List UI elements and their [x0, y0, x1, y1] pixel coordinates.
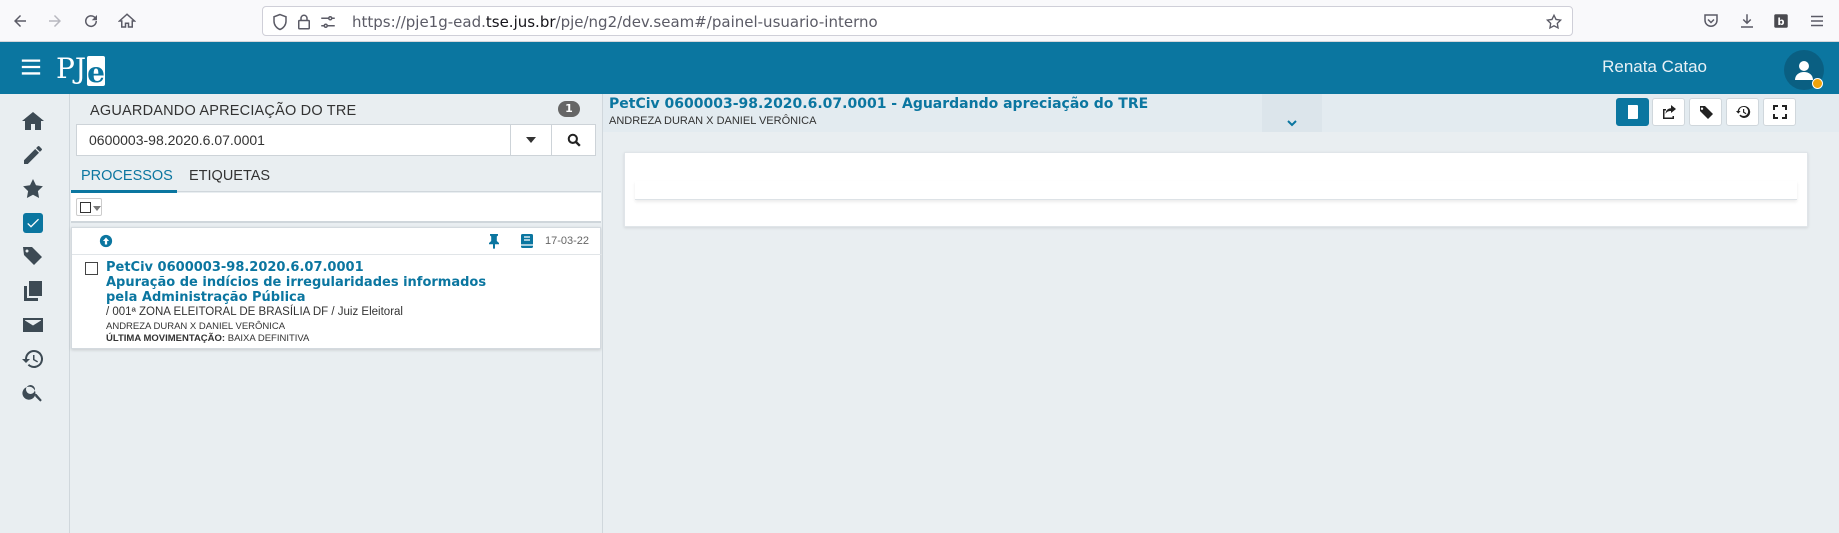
pin-icon[interactable]: [486, 233, 502, 249]
envelope-icon[interactable]: [20, 312, 46, 338]
copy-icon[interactable]: [20, 278, 46, 304]
tab-processos[interactable]: PROCESSOS: [81, 168, 173, 184]
user-name[interactable]: Renata Catao: [1602, 57, 1707, 77]
lock-icon[interactable]: [295, 13, 313, 31]
pocket-icon[interactable]: [1700, 10, 1722, 32]
home-icon[interactable]: [116, 10, 138, 32]
expand-icon: [1772, 105, 1787, 119]
detail-content-inner: [635, 181, 1797, 200]
select-all-checkbox[interactable]: [76, 198, 102, 216]
tab-bar: PROCESSOS ETIQUETAS: [71, 160, 601, 193]
sidebar: [0, 94, 70, 533]
user-icon: [1795, 61, 1813, 80]
pencil-icon[interactable]: [20, 142, 46, 168]
process-last-movement: ÚLTIMA MOVIMENTAÇÃO: BAIXA DEFINITIVA: [106, 333, 310, 344]
history-icon[interactable]: [20, 346, 46, 372]
pje-logo[interactable]: PJ e: [56, 48, 106, 89]
detail-subtitle: ANDREZA DURAN X DANIEL VERÔNICA: [609, 115, 817, 127]
task-panel: AGUARDANDO APRECIAÇÃO DO TRE 1 PROCESSOS…: [71, 94, 602, 533]
app-header: PJ e Renata Catao: [0, 42, 1839, 94]
search-icon[interactable]: [20, 380, 46, 406]
extension-icon[interactable]: b: [1770, 10, 1792, 32]
back-icon[interactable]: [9, 10, 31, 32]
chevron-down-icon: [93, 206, 101, 211]
search-icon: [567, 133, 581, 147]
home-icon[interactable]: [20, 108, 46, 134]
status-dot: [1812, 78, 1823, 89]
history-button[interactable]: [1726, 98, 1759, 126]
bookmark-star-icon[interactable]: [1545, 13, 1563, 31]
autos-button[interactable]: [1616, 98, 1649, 126]
browser-toolbar: https://pje1g-ead.tse.jus.br/pje/ng2/dev…: [0, 0, 1839, 42]
checkbox-box: [80, 202, 91, 213]
search-bar: [76, 124, 596, 156]
process-number-link[interactable]: PetCiv 0600003-98.2020.6.07.0001: [106, 260, 364, 275]
history-icon: [1735, 105, 1750, 118]
process-orgao: / 001ª ZONA ELEITORAL DE BRASÍLIA DF / J…: [106, 306, 403, 318]
permissions-icon[interactable]: [319, 13, 337, 31]
search-filter-dropdown[interactable]: [510, 125, 551, 155]
chevron-down-icon: [1287, 120, 1297, 127]
address-bar[interactable]: https://pje1g-ead.tse.jus.br/pje/ng2/dev…: [262, 6, 1573, 36]
detail-content-card: [624, 152, 1808, 227]
process-card[interactable]: 17-03-22 PetCiv 0600003-98.2020.6.07.000…: [71, 227, 602, 349]
shield-icon[interactable]: [271, 13, 289, 31]
book-icon[interactable]: [519, 233, 535, 249]
list-header: [71, 193, 601, 223]
caret-down-icon: [526, 137, 536, 143]
tag-button[interactable]: [1689, 98, 1722, 126]
checkbox-icon[interactable]: [23, 213, 43, 233]
fullscreen-button[interactable]: [1763, 98, 1796, 126]
process-detail-panel: PetCiv 0600003-98.2020.6.07.0001 - Aguar…: [602, 94, 1839, 533]
process-partes: ANDREZA DURAN X DANIEL VERÔNICA: [106, 321, 286, 332]
task-count-badge: 1: [558, 101, 580, 117]
book-icon: [1627, 105, 1638, 119]
search-button[interactable]: [551, 125, 595, 155]
svg-text:b: b: [1778, 17, 1785, 28]
process-subject-link[interactable]: Apuração de indícios de irregularidades …: [106, 275, 506, 305]
forward-icon[interactable]: [44, 10, 66, 32]
app-menu-icon[interactable]: [1806, 10, 1828, 32]
share-icon: [1662, 105, 1676, 119]
expand-header-button[interactable]: [1262, 94, 1322, 132]
process-date: 17-03-22: [545, 235, 590, 247]
reload-icon[interactable]: [80, 10, 102, 32]
process-checkbox[interactable]: [85, 262, 98, 275]
task-title: AGUARDANDO APRECIAÇÃO DO TRE: [90, 103, 357, 119]
tab-etiquetas[interactable]: ETIQUETAS: [189, 168, 270, 184]
tag-icon: [1698, 106, 1713, 119]
process-card-header: 17-03-22: [72, 228, 602, 255]
arrow-up-circle-icon[interactable]: [99, 234, 113, 248]
star-icon[interactable]: [20, 176, 46, 202]
downloads-icon[interactable]: [1736, 10, 1758, 32]
detail-header: PetCiv 0600003-98.2020.6.07.0001 - Aguar…: [603, 94, 1839, 132]
share-button[interactable]: [1652, 98, 1685, 126]
hamburger-menu-icon[interactable]: [20, 56, 42, 78]
search-input[interactable]: [77, 125, 510, 155]
tags-icon[interactable]: [20, 243, 46, 269]
detail-title[interactable]: PetCiv 0600003-98.2020.6.07.0001 - Aguar…: [609, 96, 1148, 112]
url-text: https://pje1g-ead.tse.jus.br/pje/ng2/dev…: [352, 13, 878, 31]
